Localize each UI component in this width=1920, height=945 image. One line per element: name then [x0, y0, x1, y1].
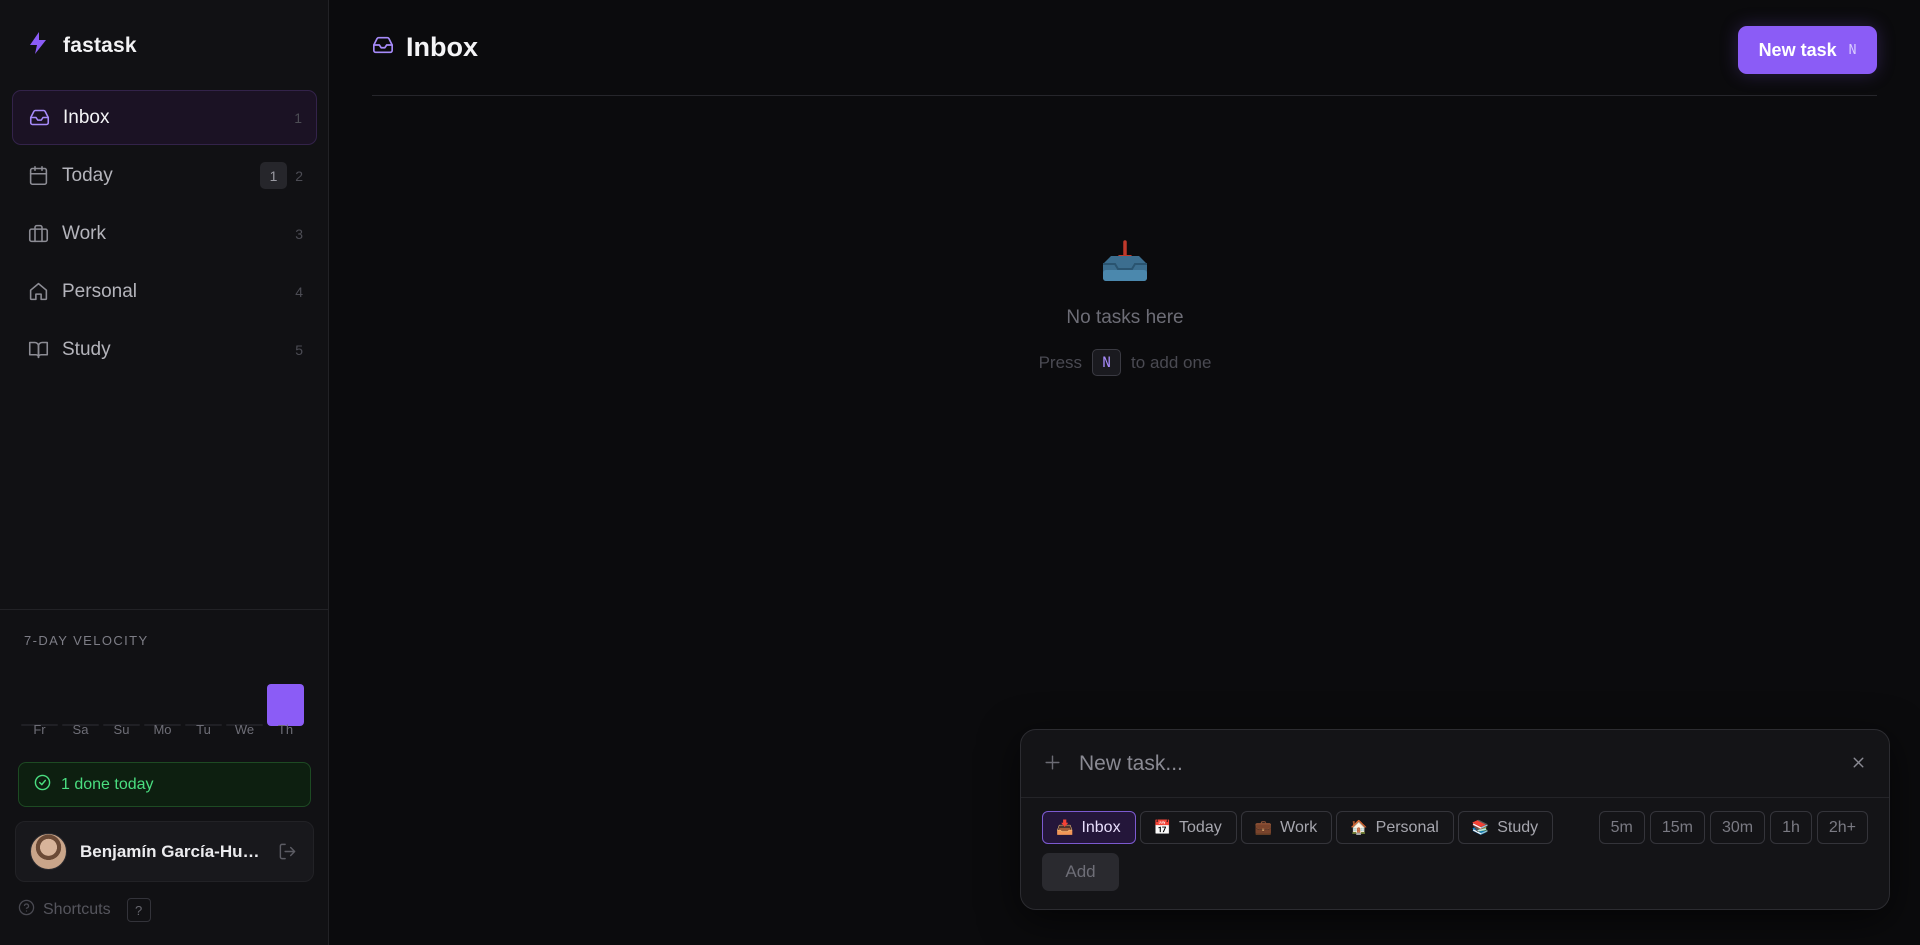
shortcuts-link[interactable]: Shortcuts ? — [18, 898, 151, 922]
composer-input-row — [1021, 730, 1889, 798]
logout-icon[interactable] — [278, 842, 297, 866]
app-name: fastask — [63, 33, 137, 57]
list-chip-inbox[interactable]: 📥 Inbox — [1042, 811, 1136, 844]
calendar-icon: 📅 — [1153, 819, 1172, 835]
list-chip-label: Personal — [1375, 818, 1439, 836]
shortcuts-label: Shortcuts — [43, 901, 111, 918]
velocity-chart — [21, 664, 307, 726]
shortcut-hint: 1 — [294, 109, 302, 126]
home-icon — [27, 281, 49, 303]
velocity-bar-tu — [185, 664, 222, 726]
velocity-bar-we — [226, 664, 263, 726]
plus-icon — [1043, 753, 1062, 777]
briefcase-icon — [27, 223, 49, 245]
page-title: Inbox — [406, 32, 478, 62]
new-task-shortcut: N — [1848, 42, 1857, 58]
bolt-icon — [27, 31, 49, 60]
duration-chip-2h-plus[interactable]: 2h+ — [1816, 811, 1868, 844]
velocity-day-label: Mo — [153, 722, 172, 737]
add-task-button[interactable]: Add — [1042, 853, 1119, 891]
velocity-bar-su — [103, 664, 140, 726]
velocity-bar-fill — [267, 684, 304, 726]
shortcut-hint: 5 — [295, 341, 303, 358]
shortcut-hint: 4 — [295, 283, 303, 300]
main-content: Inbox New task N No tasks here Press N t… — [330, 0, 1920, 945]
user-name: Benjamín García-Hui… — [80, 841, 260, 861]
shortcuts-key: ? — [126, 898, 151, 922]
new-task-input[interactable] — [1079, 748, 1779, 780]
sidebar-item-inbox[interactable]: Inbox 1 — [12, 90, 317, 145]
duration-chip-group: 5m 15m 30m 1h 2h+ — [1598, 811, 1868, 844]
sidebar-item-today[interactable]: Today 1 2 — [12, 148, 317, 203]
sidebar: fastask Inbox 1 Today 1 2 Work 3 Persona… — [0, 0, 329, 945]
inbox-tray-icon — [1097, 238, 1153, 291]
velocity-day-label: We — [234, 722, 255, 737]
close-icon[interactable] — [1850, 754, 1867, 776]
duration-chip-1h[interactable]: 1h — [1770, 811, 1812, 844]
empty-state: No tasks here Press N to add one — [330, 238, 1920, 376]
list-chip-personal[interactable]: 🏠 Personal — [1336, 811, 1454, 844]
sidebar-item-label: Personal — [62, 280, 137, 302]
velocity-label: 7-DAY VELOCITY — [24, 633, 149, 648]
list-chip-work[interactable]: 💼 Work — [1240, 811, 1333, 844]
house-icon: 🏠 — [1350, 819, 1368, 835]
sidebar-nav: Inbox 1 Today 1 2 Work 3 Personal 4 Stud… — [12, 90, 317, 380]
new-task-composer: 📥 Inbox 📅 Today 💼 Work 🏠 Personal 📚 Stud… — [1020, 729, 1890, 910]
calendar-icon — [27, 165, 49, 187]
empty-hint: Press N to add one — [330, 349, 1920, 376]
inbox-icon — [28, 107, 50, 129]
list-chip-label: Work — [1280, 818, 1318, 836]
avatar — [30, 833, 67, 870]
user-card[interactable]: Benjamín García-Hui… — [15, 821, 314, 882]
shortcut-hint: 2 — [295, 167, 303, 184]
check-circle-icon — [34, 774, 51, 796]
books-icon: 📚 — [1471, 819, 1490, 835]
list-chip-label: Today — [1179, 818, 1222, 836]
header-divider — [372, 95, 1877, 96]
sidebar-divider — [0, 609, 329, 610]
done-today-badge: 1 done today — [18, 762, 311, 807]
list-chip-label: Study — [1497, 818, 1539, 836]
help-circle-icon — [18, 899, 35, 921]
sidebar-item-label: Inbox — [63, 106, 110, 128]
list-chip-today[interactable]: 📅 Today — [1139, 811, 1237, 844]
sidebar-item-personal[interactable]: Personal 4 — [12, 264, 317, 319]
velocity-day-label: Tu — [196, 722, 211, 737]
done-today-text: 1 done today — [61, 775, 154, 793]
list-chip-group: 📥 Inbox 📅 Today 💼 Work 🏠 Personal 📚 Stud… — [1042, 811, 1554, 844]
inbox-icon — [372, 34, 394, 61]
sidebar-item-label: Study — [62, 338, 111, 360]
duration-chip-15m[interactable]: 15m — [1649, 811, 1705, 844]
empty-hint-key: N — [1092, 349, 1122, 376]
list-chip-study[interactable]: 📚 Study — [1457, 811, 1554, 844]
sidebar-item-work[interactable]: Work 3 — [12, 206, 317, 261]
inbox-tray-icon: 📥 — [1056, 819, 1074, 835]
sidebar-item-label: Work — [62, 222, 106, 244]
task-count-badge: 1 — [260, 162, 287, 189]
velocity-day-label: Th — [277, 722, 294, 737]
brand[interactable]: fastask — [27, 31, 137, 60]
sidebar-item-label: Today — [62, 164, 113, 186]
book-icon — [27, 339, 49, 361]
sidebar-item-study[interactable]: Study 5 — [12, 322, 317, 377]
velocity-bar-fr — [21, 664, 58, 726]
shortcut-hint: 3 — [295, 225, 303, 242]
velocity-day-label: Su — [113, 722, 130, 737]
velocity-day-label: Sa — [72, 722, 89, 737]
briefcase-icon: 💼 — [1254, 819, 1273, 835]
page-header: Inbox — [372, 32, 478, 63]
new-task-label: New task — [1758, 39, 1837, 60]
velocity-day-label: Fr — [33, 722, 46, 737]
list-chip-label: Inbox — [1081, 818, 1121, 836]
velocity-bar-sa — [62, 664, 99, 726]
velocity-bar-mo — [144, 664, 181, 726]
duration-chip-5m[interactable]: 5m — [1598, 811, 1645, 844]
empty-hint-after: to add one — [1131, 352, 1212, 372]
velocity-bar-th — [267, 664, 304, 726]
empty-title: No tasks here — [1066, 307, 1184, 328]
new-task-button[interactable]: New task N — [1738, 26, 1877, 74]
duration-chip-30m[interactable]: 30m — [1709, 811, 1766, 844]
empty-hint-before: Press — [1038, 352, 1083, 372]
